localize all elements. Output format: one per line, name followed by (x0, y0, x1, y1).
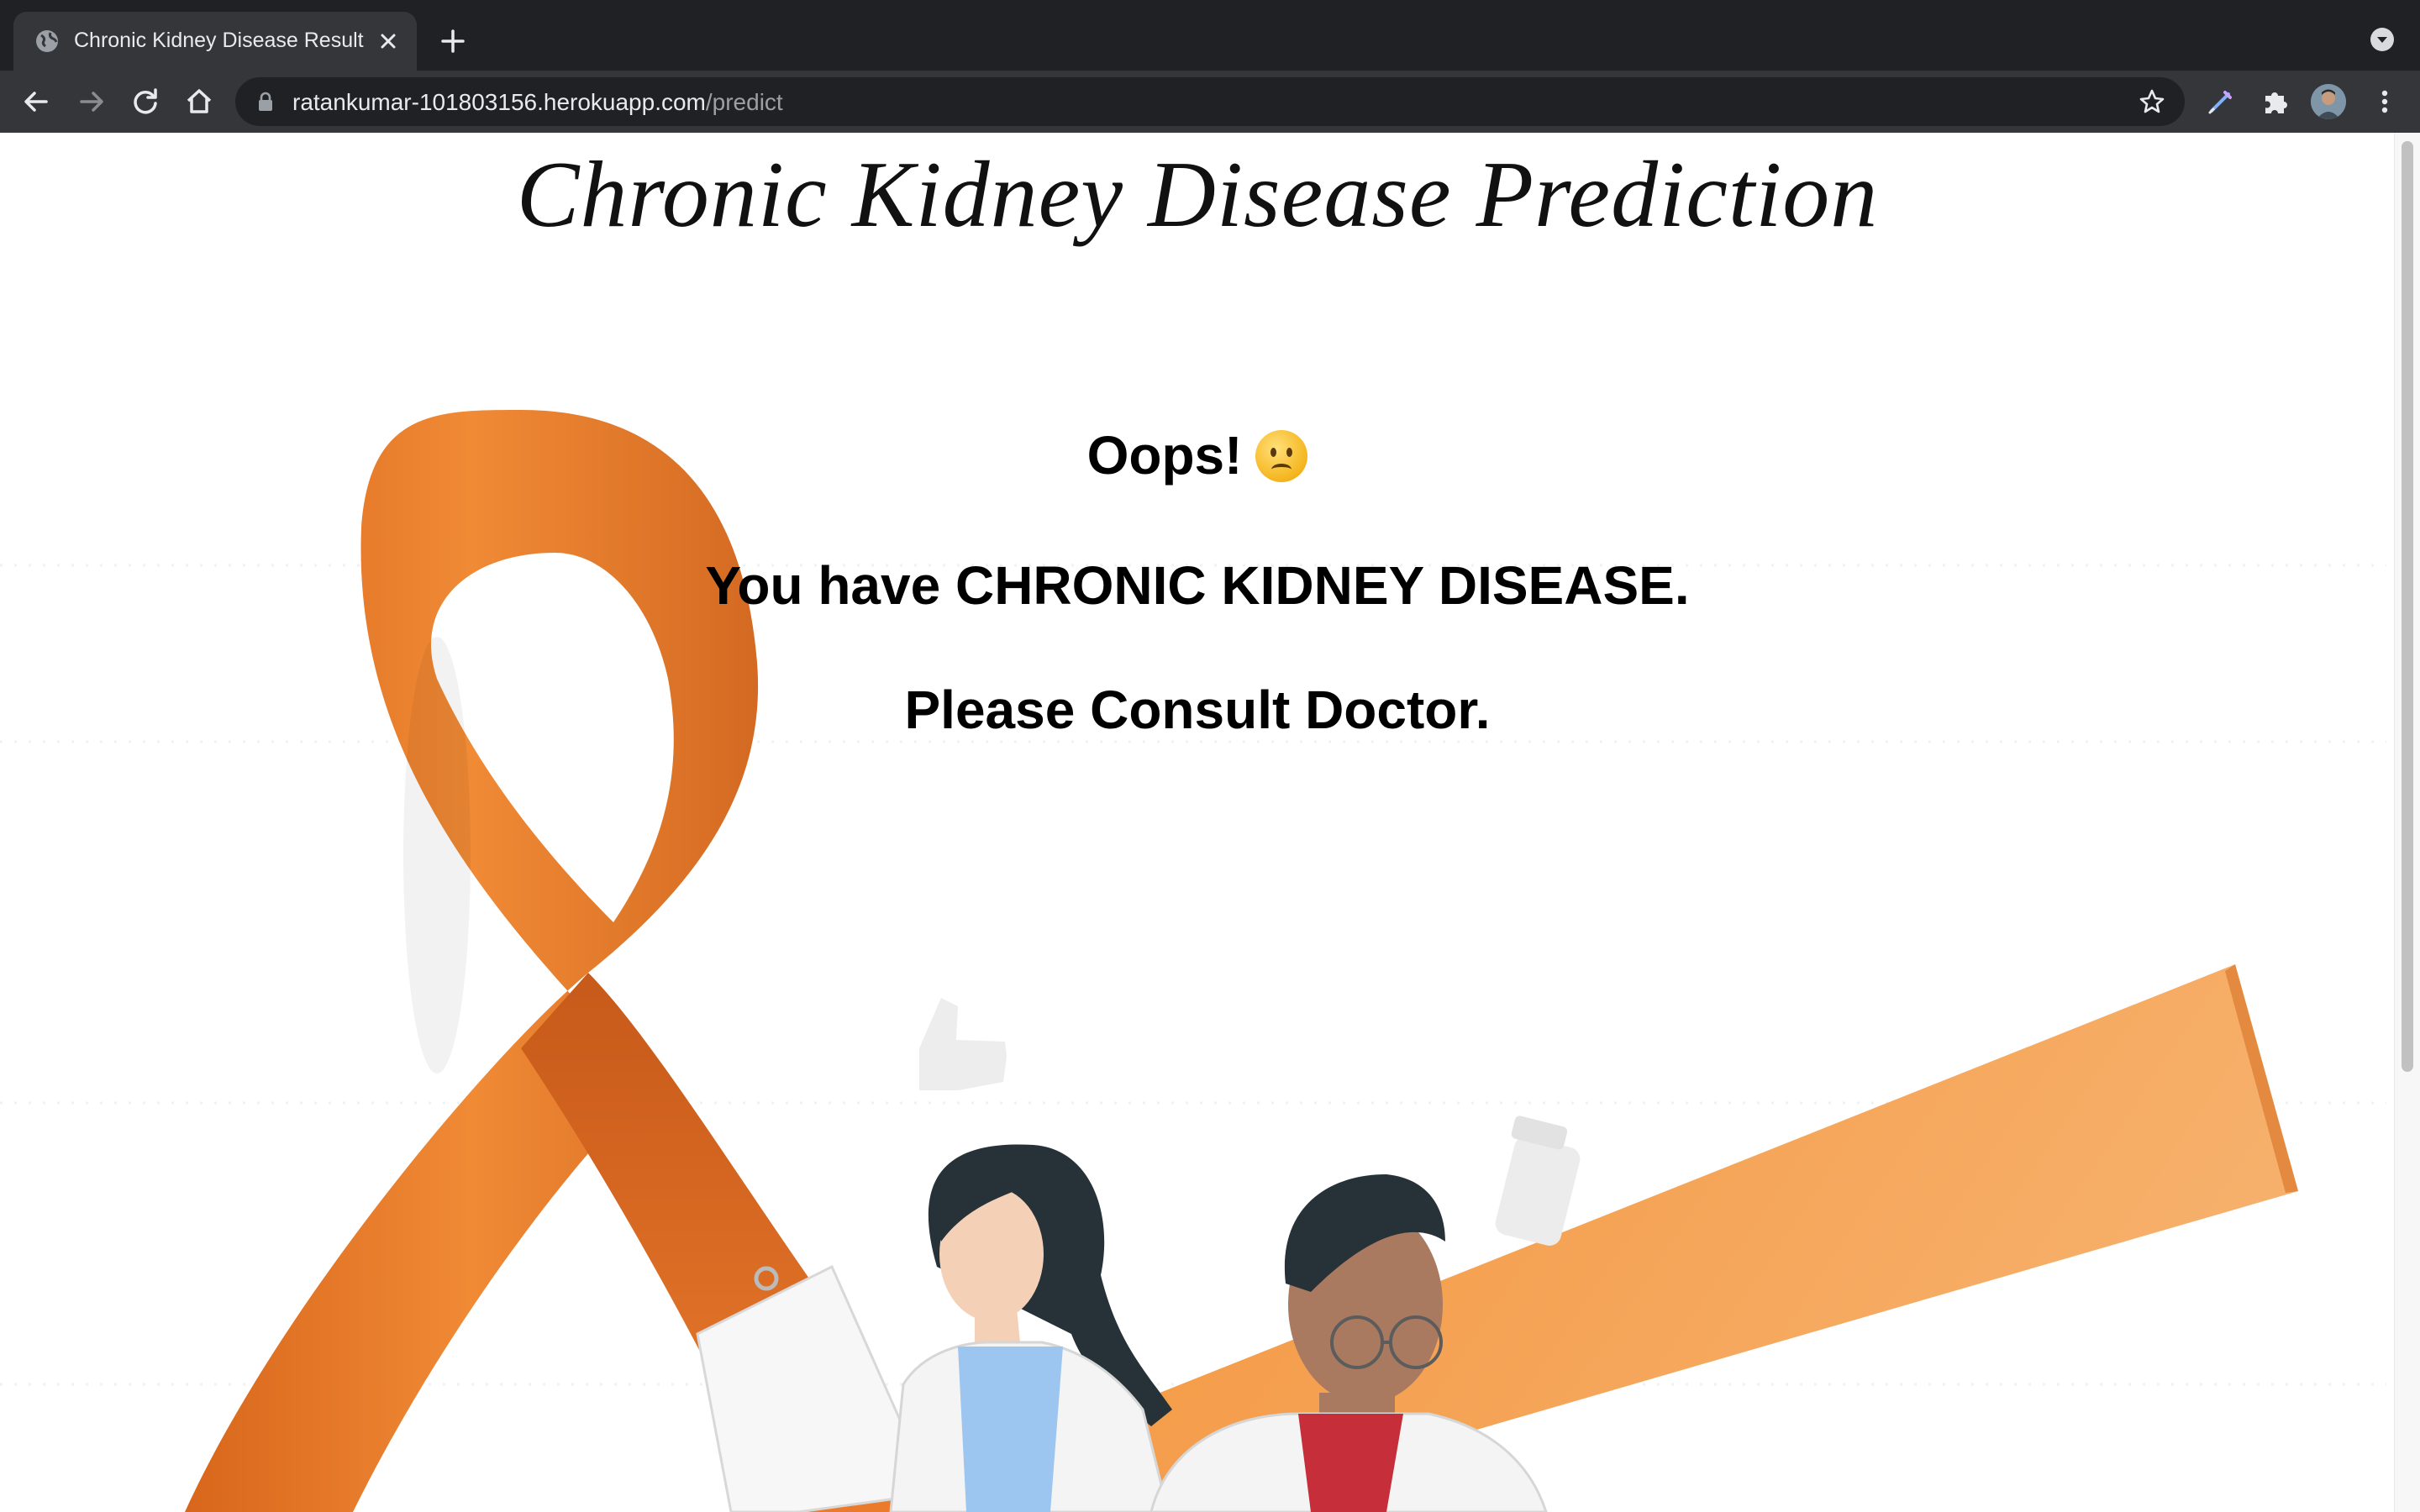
back-arrow-icon[interactable] (20, 86, 52, 118)
profile-avatar[interactable] (2311, 84, 2346, 119)
page-viewport: Chronic Kidney Disease Prediction Oops! … (0, 133, 2420, 1512)
puzzle-icon[interactable] (2260, 86, 2291, 118)
globe-icon (36, 30, 58, 52)
oops-text: Oops! (1086, 425, 1243, 486)
browser-tab-active[interactable]: Chronic Kidney Disease Result (13, 12, 417, 71)
url-path: /predict (705, 89, 783, 115)
reload-icon[interactable] (129, 86, 161, 118)
address-bar[interactable]: ratankumar-101803156.herokuapp.com/predi… (235, 77, 2185, 126)
diagnosis-message: You have CHRONIC KIDNEY DISEASE. (705, 555, 1690, 616)
star-icon[interactable] (2138, 87, 2166, 116)
advice-message: Please Consult Doctor. (904, 680, 1491, 740)
vertical-scrollbar[interactable] (2394, 133, 2420, 1512)
page-title: Chronic Kidney Disease Prediction (516, 143, 1879, 247)
pen-extension-icon[interactable] (2205, 86, 2235, 118)
close-icon[interactable] (376, 29, 400, 53)
browser-toolbar: ratankumar-101803156.herokuapp.com/predi… (0, 71, 2420, 134)
plus-icon[interactable] (439, 27, 467, 55)
kebab-menu-icon[interactable] (2370, 86, 2400, 118)
frowning-face-icon (1255, 430, 1308, 482)
avatar-image (2311, 84, 2346, 119)
tab-title: Chronic Kidney Disease Result (74, 29, 364, 52)
lock-icon[interactable] (257, 92, 274, 112)
scrollbar-thumb[interactable] (2402, 141, 2413, 1072)
result-heading: Oops! (0, 424, 2395, 486)
forward-arrow-icon[interactable] (76, 86, 108, 118)
doctors-illustration (696, 998, 1581, 1512)
tab-search-icon[interactable] (2370, 27, 2395, 52)
url-host: ratankumar-101803156.herokuapp.com (292, 89, 706, 115)
url-text[interactable]: ratankumar-101803156.herokuapp.com/predi… (292, 89, 783, 116)
browser-tabstrip: Chronic Kidney Disease Result (0, 0, 2420, 71)
home-icon[interactable] (183, 86, 215, 118)
ribbon-background-illustration (0, 410, 2386, 1512)
